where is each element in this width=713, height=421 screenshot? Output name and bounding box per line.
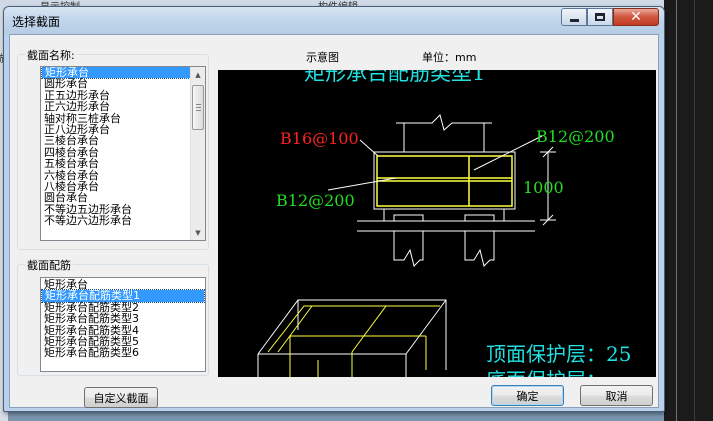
isometric-rebar-lines bbox=[267, 305, 440, 377]
section-list-scrollbar[interactable]: ▲ ▼ bbox=[190, 67, 205, 240]
rebar-list-item[interactable]: 矩形承台配筋类型3 bbox=[41, 313, 205, 324]
rebar-right-label: B12@200 bbox=[536, 127, 615, 146]
dialog-title: 选择截面 bbox=[12, 15, 61, 29]
rebar-lines bbox=[376, 155, 513, 207]
select-section-dialog: 选择截面 ✕ 截面名称: 矩形承台 圆形承台 正五边形承台 正六边形承台 轴对称三桩承台… bbox=[3, 6, 665, 412]
section-name-group: 截面名称: 矩形承台 圆形承台 正五边形承台 正六边形承台 轴对称三桩承台 正八边形承台三… bbox=[17, 47, 209, 250]
maximize-button[interactable] bbox=[587, 8, 613, 26]
minimize-button[interactable] bbox=[561, 8, 587, 26]
maximize-icon bbox=[595, 13, 605, 21]
unit-label: 单位：mm bbox=[422, 51, 477, 64]
preview-canvas: 矩形承台配筋类型1 B16@100 B12@200 B12@200 1000 顶… bbox=[218, 70, 656, 377]
section-rebar-group: 截面配筋 矩形承台 矩形承台配筋类型1 矩形承台配筋类型2 矩形承台配筋类型3 矩形承台… bbox=[17, 257, 209, 376]
scroll-down-icon[interactable]: ▼ bbox=[191, 225, 205, 240]
section-name-items: 矩形承台 圆形承台 正五边形承台 正六边形承台 轴对称三桩承台 正八边形承台 三棱台承台 四棱… bbox=[41, 67, 205, 226]
preview-drawing: 矩形承台配筋类型1 B16@100 B12@200 B12@200 1000 顶… bbox=[257, 70, 631, 377]
scroll-up-icon[interactable]: ▲ bbox=[191, 67, 205, 82]
height-dimension-label: 1000 bbox=[523, 178, 564, 197]
bottom-cover-label: 底面保护层： bbox=[486, 368, 606, 377]
top-cover-label: 顶面保护层：25 bbox=[486, 342, 631, 366]
ok-button[interactable]: 确定 bbox=[491, 385, 564, 406]
dialog-client-area: 截面名称: 矩形承台 圆形承台 正五边形承台 正六边形承台 轴对称三桩承台 正八边形承台三… bbox=[9, 34, 659, 408]
rebar-top-label: B16@100 bbox=[280, 129, 359, 148]
pile-cap-outline bbox=[357, 151, 535, 232]
cancel-button[interactable]: 取消 bbox=[580, 385, 653, 406]
section-name-label: 截面名称: bbox=[25, 47, 77, 63]
section-rebar-label: 截面配筋 bbox=[25, 257, 73, 273]
scroll-thumb[interactable] bbox=[192, 85, 204, 130]
close-icon: ✕ bbox=[630, 9, 642, 25]
column-outline bbox=[396, 114, 492, 152]
close-button[interactable]: ✕ bbox=[613, 8, 659, 26]
section-name-list[interactable]: 矩形承台 圆形承台 正五边形承台 正六边形承台 轴对称三桩承台 正八边形承台 三棱台承台 四棱… bbox=[40, 66, 206, 241]
background-right-panel bbox=[664, 0, 713, 421]
section-rebar-list[interactable]: 矩形承台 矩形承台配筋类型1 矩形承台配筋类型2 矩形承台配筋类型3 矩形承台配筋类型4… bbox=[40, 277, 206, 372]
section-list-item[interactable]: 五棱台承台 bbox=[41, 158, 205, 169]
pile-outlines bbox=[393, 214, 495, 267]
section-rebar-items: 矩形承台 矩形承台配筋类型1 矩形承台配筋类型2 矩形承台配筋类型3 矩形承台配筋类型4… bbox=[41, 278, 205, 359]
title-bar[interactable]: 选择截面 ✕ bbox=[4, 7, 664, 34]
leader-lines bbox=[327, 135, 543, 191]
drawing-title: 矩形承台配筋类型1 bbox=[304, 70, 485, 85]
section-list-item[interactable]: 圆台承台 bbox=[41, 192, 205, 203]
section-list-item[interactable]: 不等边六边形承台 bbox=[41, 215, 205, 226]
minimize-icon bbox=[569, 19, 579, 22]
rebar-left-label: B12@200 bbox=[276, 191, 355, 210]
custom-section-button[interactable]: 自定义截面 bbox=[84, 387, 158, 408]
preview-header-label: 示意图 bbox=[306, 51, 339, 64]
rebar-list-item[interactable]: 矩形承台配筋类型6 bbox=[41, 347, 205, 358]
section-list-item[interactable]: 正六边形承台 bbox=[41, 101, 205, 112]
